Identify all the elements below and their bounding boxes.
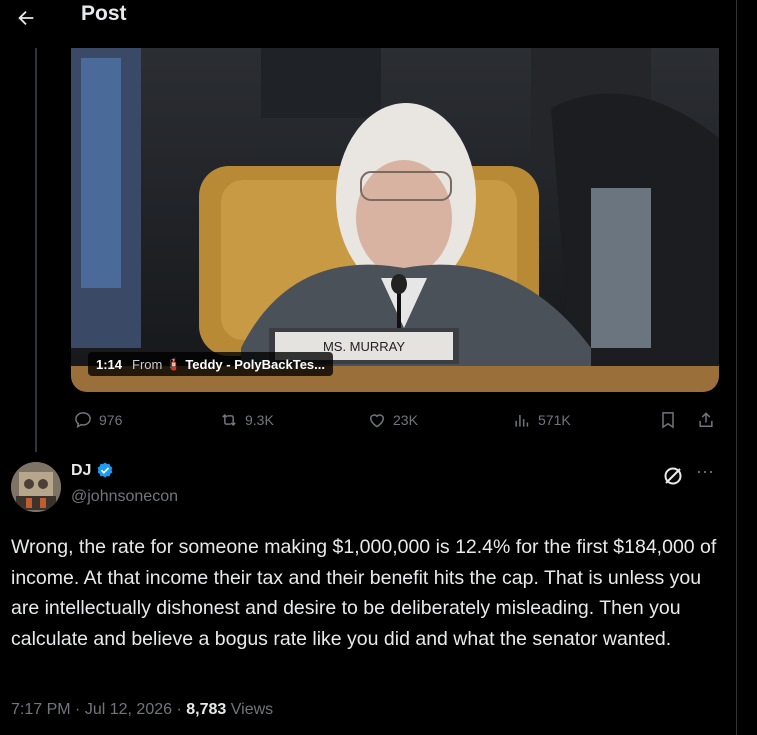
video-frame-image: MS. MURRAY	[71, 48, 719, 392]
video-source-badge[interactable]: 1:14 From 🧯 Teddy - PolyBackTes...	[88, 352, 334, 376]
meta-separator: ·	[75, 701, 85, 718]
author-handle[interactable]: @johnsonecon	[71, 488, 178, 506]
avatar-image	[11, 462, 61, 512]
verified-badge-icon	[98, 462, 113, 478]
avatar[interactable]	[11, 462, 61, 512]
page-title: Post	[81, 2, 127, 25]
author-name-text: DJ	[71, 462, 92, 479]
back-arrow-icon[interactable]	[12, 4, 40, 32]
right-sidebar-border	[736, 0, 757, 735]
reply-icon	[75, 412, 91, 429]
source-name[interactable]: Teddy - PolyBackTes...	[185, 357, 325, 372]
video-duration: 1:14	[96, 356, 123, 372]
repost-button[interactable]: 9.3K	[219, 410, 274, 430]
like-count: 23K	[393, 412, 418, 428]
video-player[interactable]: MS. MURRAY	[71, 48, 719, 392]
repost-count: 9.3K	[245, 412, 274, 428]
more-options-icon[interactable]: ···	[696, 462, 718, 486]
views-label: Views	[230, 701, 274, 718]
post-meta: 7:17 PM · Jul 12, 2026 · 8,783 Views	[11, 701, 273, 719]
repost-icon	[222, 413, 236, 427]
like-button[interactable]: 23K	[367, 410, 418, 430]
top-bar: Post	[0, 0, 737, 48]
views-button[interactable]: 571K	[512, 410, 571, 430]
post-time[interactable]: 7:17 PM	[11, 701, 71, 718]
views-count-total: 8,783	[186, 701, 227, 718]
post-date[interactable]: Jul 12, 2026	[85, 701, 172, 718]
heart-icon	[369, 414, 385, 428]
grok-icon[interactable]	[661, 464, 685, 488]
bookmark-button[interactable]	[658, 410, 678, 430]
reply-count: 976	[99, 412, 123, 428]
reply-text: Wrong, the rate for someone making $1,00…	[11, 536, 717, 650]
share-button[interactable]	[696, 410, 716, 430]
source-avatar-icon: 🧯	[166, 357, 182, 371]
bookmark-icon	[662, 412, 674, 429]
from-label: From	[132, 356, 163, 372]
share-icon	[699, 412, 713, 427]
views-chart-icon	[515, 415, 529, 427]
post-action-bar: 976 9.3K 23K 571K	[71, 406, 721, 436]
reply-button[interactable]: 976	[73, 410, 122, 430]
views-count: 571K	[538, 412, 571, 428]
nameplate-text: MS. MURRAY	[323, 339, 405, 354]
thread-connector-line	[35, 48, 37, 452]
meta-separator: ·	[176, 701, 187, 718]
author-name[interactable]: DJ	[71, 461, 115, 481]
